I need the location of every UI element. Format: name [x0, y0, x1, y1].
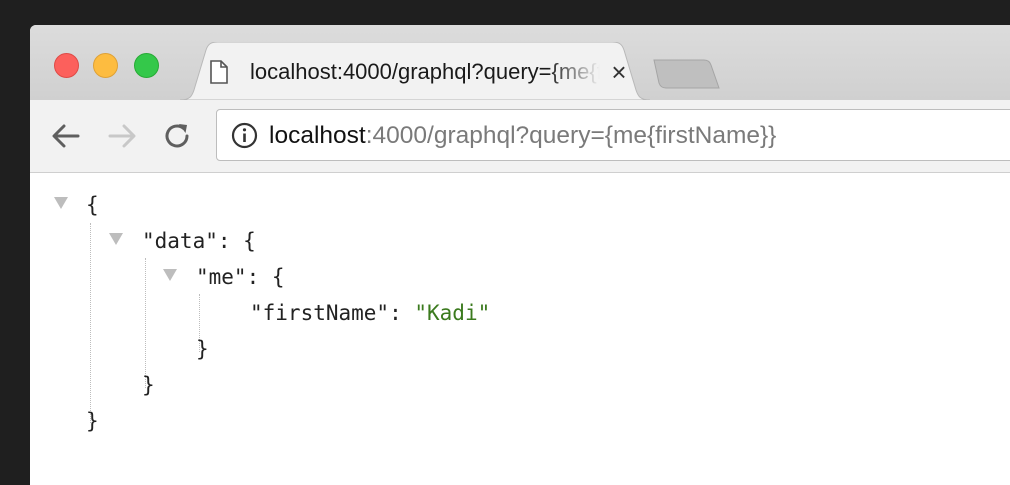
json-key-me: "me" — [196, 265, 247, 289]
json-key-data: "data" — [142, 229, 218, 253]
collapse-triangle-me-icon[interactable] — [163, 269, 177, 281]
url-host: localhost — [269, 122, 366, 149]
tab-bar: localhost:4000/graphql?query={me{firstNa… — [30, 25, 1010, 101]
forward-arrow-icon[interactable] — [106, 120, 138, 152]
collapse-triangle-data-icon[interactable] — [109, 233, 123, 245]
json-close-data: } — [142, 373, 155, 397]
tab-title: localhost:4000/graphql?query={me{firstNa… — [250, 59, 600, 84]
json-firstname-line: "firstName": "Kadi" — [250, 297, 490, 329]
browser-window: localhost:4000/graphql?query={me{firstNa… — [30, 25, 1010, 485]
window-close-button[interactable] — [54, 53, 79, 78]
json-value-firstname: "Kadi" — [414, 301, 491, 325]
tab-close-icon[interactable]: × — [607, 56, 631, 88]
collapse-triangle-root-icon[interactable] — [54, 197, 68, 209]
toolbar: localhost:4000/graphql?query={me{firstNa… — [30, 100, 1010, 173]
back-arrow-icon[interactable] — [50, 120, 82, 152]
json-me-line: "me": { — [196, 261, 285, 293]
indent-guide-root — [90, 223, 91, 423]
url-text[interactable]: localhost:4000/graphql?query={me{firstNa… — [269, 120, 776, 152]
json-key-firstname: "firstName" — [250, 301, 390, 325]
url-path: :4000/graphql?query={me{firstName}} — [365, 122, 777, 149]
json-viewer: { "data": { "me": { "firstName": "Kadi" … — [30, 173, 1010, 485]
new-tab-button[interactable] — [650, 59, 720, 89]
window-minimize-button[interactable] — [93, 53, 118, 78]
window-maximize-button[interactable] — [134, 53, 159, 78]
json-close-me: } — [196, 337, 209, 361]
json-colon-brace: : { — [217, 229, 256, 253]
json-close-root: } — [86, 409, 99, 433]
json-open-root: { — [86, 193, 99, 217]
document-icon — [210, 60, 228, 84]
address-bar[interactable]: localhost:4000/graphql?query={me{firstNa… — [216, 109, 1010, 161]
json-data-line: "data": { — [142, 225, 256, 257]
json-colon: : — [389, 301, 415, 325]
json-colon-brace: : { — [246, 265, 285, 289]
info-icon[interactable] — [231, 122, 258, 149]
tab-active[interactable]: localhost:4000/graphql?query={me{firstNa… — [180, 42, 650, 100]
reload-icon[interactable] — [161, 120, 193, 152]
